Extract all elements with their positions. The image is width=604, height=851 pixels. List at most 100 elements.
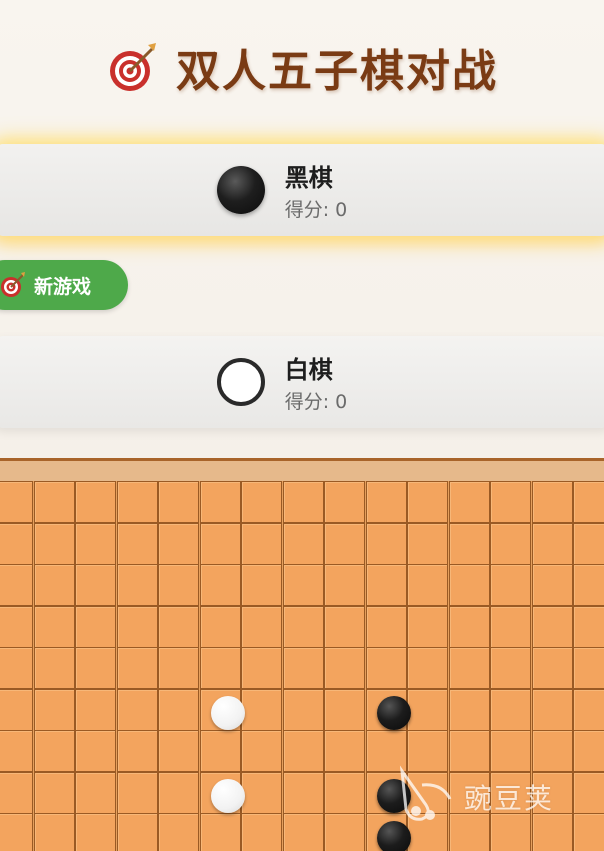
board-cell[interactable] <box>75 481 116 523</box>
board-cell[interactable] <box>531 564 573 606</box>
board-cell[interactable] <box>241 771 282 814</box>
board-cell[interactable] <box>75 605 116 648</box>
board-cell[interactable] <box>365 647 407 689</box>
board-cell[interactable] <box>116 522 158 565</box>
board-cell[interactable] <box>116 605 158 648</box>
board-cell[interactable] <box>241 647 282 689</box>
board-cell[interactable] <box>75 688 116 731</box>
board-cell[interactable] <box>33 481 75 523</box>
board-cell[interactable] <box>407 688 448 731</box>
board-cell[interactable] <box>75 813 116 851</box>
board-cell[interactable] <box>282 522 324 565</box>
board-cell[interactable] <box>75 647 116 689</box>
board-cell[interactable] <box>448 522 490 565</box>
board-cell[interactable] <box>241 688 282 731</box>
board-cell[interactable] <box>0 813 33 851</box>
board-cell[interactable] <box>531 522 573 565</box>
board-cell[interactable] <box>158 813 199 851</box>
board-cell[interactable] <box>324 647 365 689</box>
board-cell[interactable] <box>324 813 365 851</box>
board-cell[interactable] <box>158 522 199 565</box>
board-cell[interactable] <box>282 688 324 731</box>
board-cell[interactable] <box>324 564 365 606</box>
board-cell[interactable] <box>448 605 490 648</box>
board-cell[interactable] <box>448 481 490 523</box>
board-cell[interactable] <box>490 481 531 523</box>
board-cell[interactable] <box>158 481 199 523</box>
board-cell[interactable] <box>407 564 448 606</box>
board-cell[interactable] <box>282 605 324 648</box>
board-cell[interactable] <box>324 481 365 523</box>
board-cell[interactable] <box>490 522 531 565</box>
board-cell[interactable] <box>158 688 199 731</box>
board-cell[interactable] <box>573 564 604 606</box>
board-cell[interactable] <box>158 647 199 689</box>
board-cell[interactable] <box>324 605 365 648</box>
board-cell[interactable] <box>282 730 324 772</box>
board-cell[interactable] <box>33 522 75 565</box>
board-cell[interactable] <box>531 647 573 689</box>
board-cell[interactable] <box>241 564 282 606</box>
board-cell[interactable] <box>490 564 531 606</box>
board-cell[interactable] <box>33 605 75 648</box>
board-cell[interactable] <box>241 481 282 523</box>
board-cell[interactable] <box>199 522 241 565</box>
board-cell[interactable] <box>573 481 604 523</box>
board-cell[interactable] <box>448 688 490 731</box>
board-cell[interactable] <box>241 730 282 772</box>
board-cell[interactable] <box>75 522 116 565</box>
board-cell[interactable] <box>241 813 282 851</box>
board-cell[interactable] <box>116 730 158 772</box>
board-cell[interactable] <box>116 813 158 851</box>
board-cell[interactable] <box>199 813 241 851</box>
board-cell[interactable] <box>116 564 158 606</box>
board-cell[interactable] <box>531 605 573 648</box>
board-cell[interactable] <box>0 564 33 606</box>
board-cell[interactable] <box>158 730 199 772</box>
board-cell[interactable] <box>199 647 241 689</box>
board-cell[interactable] <box>116 688 158 731</box>
board-cell[interactable] <box>33 688 75 731</box>
board-cell[interactable] <box>324 730 365 772</box>
board-cell[interactable] <box>33 647 75 689</box>
board-cell[interactable] <box>282 481 324 523</box>
board-cell[interactable] <box>0 771 33 814</box>
board-cell[interactable] <box>33 771 75 814</box>
board-cell[interactable] <box>116 771 158 814</box>
board-cell[interactable] <box>282 564 324 606</box>
board-cell[interactable] <box>0 730 33 772</box>
board-cell[interactable] <box>448 564 490 606</box>
board-cell[interactable] <box>490 688 531 731</box>
board-cell[interactable] <box>531 688 573 731</box>
board-cell[interactable] <box>365 605 407 648</box>
board-cell[interactable] <box>365 564 407 606</box>
board-cell[interactable] <box>0 647 33 689</box>
board-cell[interactable] <box>282 813 324 851</box>
board-cell[interactable] <box>0 688 33 731</box>
board-cell[interactable] <box>33 813 75 851</box>
board-cell[interactable] <box>241 605 282 648</box>
board-cell[interactable] <box>448 647 490 689</box>
board-cell[interactable] <box>199 605 241 648</box>
board-cell[interactable] <box>573 605 604 648</box>
board-cell[interactable] <box>75 730 116 772</box>
board-cell[interactable] <box>0 481 33 523</box>
board-cell[interactable] <box>324 688 365 731</box>
board-cell[interactable] <box>282 647 324 689</box>
board-cell[interactable] <box>407 481 448 523</box>
board-cell[interactable] <box>365 522 407 565</box>
board-cell[interactable] <box>407 605 448 648</box>
board-cell[interactable] <box>573 688 604 731</box>
new-game-button[interactable]: 新游戏 <box>0 260 128 310</box>
board-cell[interactable] <box>158 605 199 648</box>
board-cell[interactable] <box>0 605 33 648</box>
board-cell[interactable] <box>324 771 365 814</box>
board-cell[interactable] <box>33 730 75 772</box>
board-cell[interactable] <box>573 522 604 565</box>
board-cell[interactable] <box>282 771 324 814</box>
board-cell[interactable] <box>116 481 158 523</box>
board-cell[interactable] <box>0 522 33 565</box>
board-cell[interactable] <box>407 647 448 689</box>
board-cell[interactable] <box>365 481 407 523</box>
board-cell[interactable] <box>75 564 116 606</box>
